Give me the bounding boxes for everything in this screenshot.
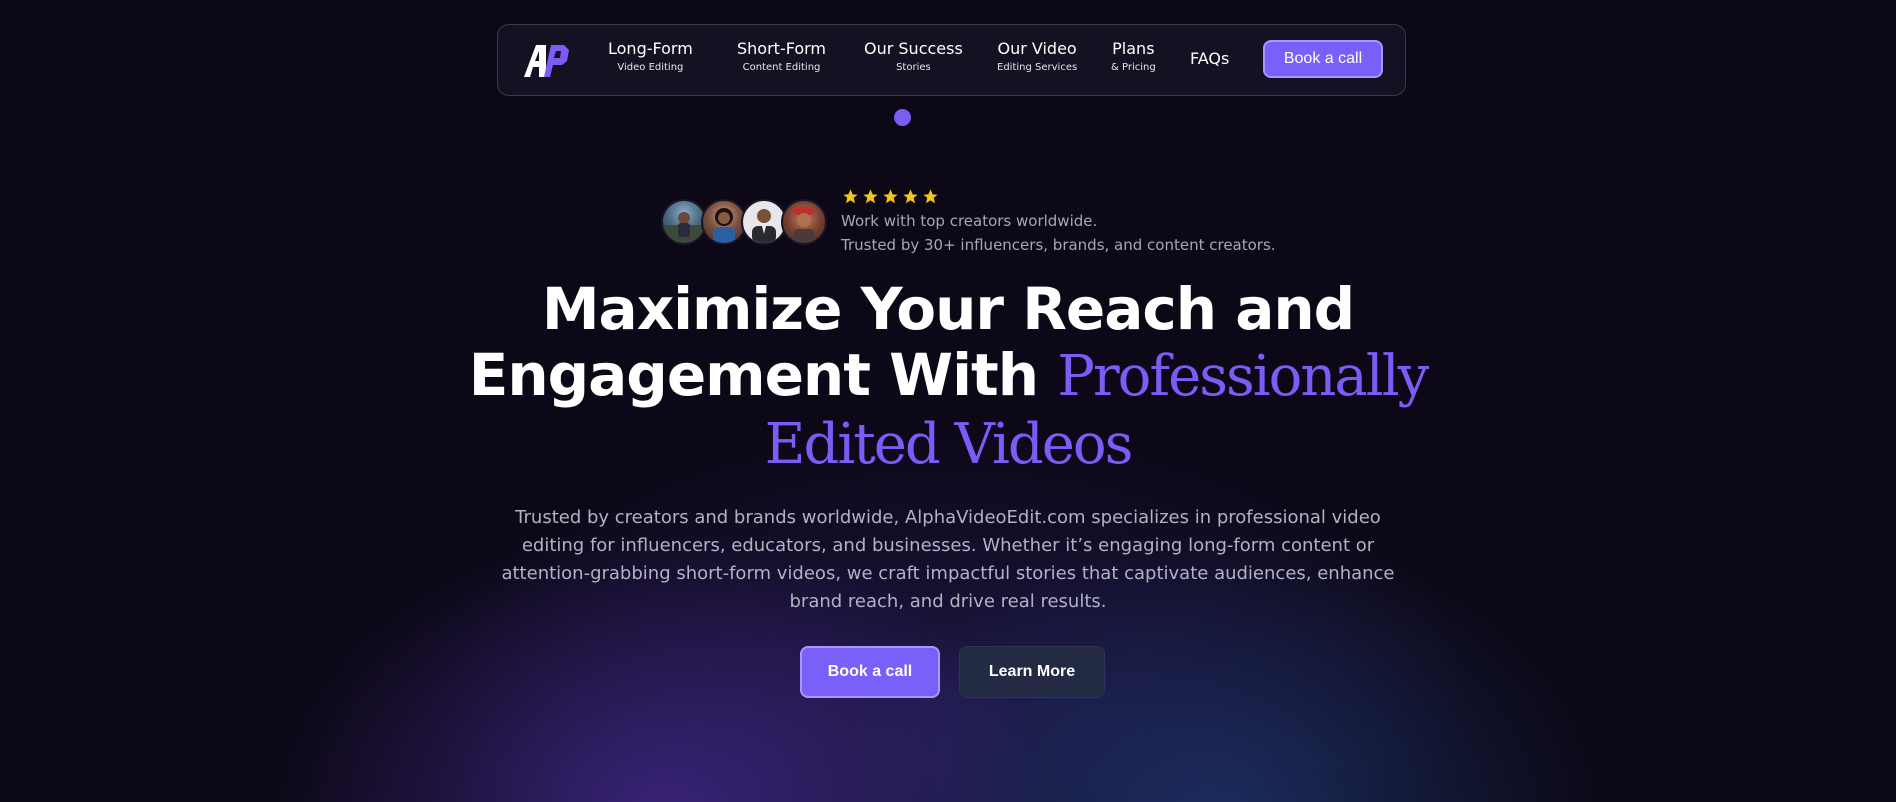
nav-sublabel: Stories	[896, 62, 931, 73]
star-icon	[883, 189, 898, 204]
nav-book-call-button[interactable]: Book a call	[1263, 40, 1383, 78]
hero-title-line-1: Maximize Your Reach and	[541, 275, 1355, 343]
nav-item-editing-services[interactable]: Our Video Editing Services	[997, 39, 1077, 75]
hero-description: Trusted by creators and brands worldwide…	[501, 507, 1395, 612]
social-proof-line-2: Trusted by 30+ influencers, brands, and …	[841, 236, 1276, 254]
top-navbar: Long-Form Video Editing Short-Form Conte…	[497, 24, 1406, 96]
star-icon	[903, 189, 918, 204]
hero-title-line-2: Engagement With	[468, 341, 1058, 409]
star-icon	[863, 189, 878, 204]
nav-item-faqs[interactable]: FAQs	[1190, 49, 1229, 68]
book-call-button[interactable]: Book a call	[800, 646, 940, 698]
nav-label: Our Success	[864, 39, 963, 58]
creator-avatars	[661, 199, 831, 245]
star-icon	[923, 189, 938, 204]
nav-item-success-stories[interactable]: Our Success Stories	[864, 39, 963, 75]
scroll-indicator-dot	[894, 109, 911, 126]
nav-sublabel: Content Editing	[742, 62, 821, 73]
nav-label: Short-Form	[737, 39, 827, 58]
nav-label: Long-Form	[608, 39, 693, 58]
hero-title-accent-1: Professionally	[1057, 344, 1429, 409]
rating-stars	[842, 188, 939, 205]
nav-item-long-form[interactable]: Long-Form Video Editing	[608, 39, 693, 75]
creator-photo-icon	[752, 209, 776, 243]
nav-sublabel: & Pricing	[1111, 62, 1156, 73]
nav-sublabel: Video Editing	[617, 62, 684, 73]
nav-label: Our Video	[997, 39, 1077, 58]
creator-photo-icon	[713, 208, 735, 243]
social-proof-line-1: Work with top creators worldwide.	[841, 212, 1098, 230]
star-icon	[843, 189, 858, 204]
creator-photo-icon	[793, 207, 815, 243]
hero-title: Maximize Your Reach and Engagement With …	[448, 276, 1448, 478]
nav-item-plans-pricing[interactable]: Plans & Pricing	[1111, 39, 1156, 75]
learn-more-button[interactable]: Learn More	[959, 646, 1105, 698]
creator-photo-icon	[663, 212, 705, 243]
nav-item-short-form[interactable]: Short-Form Content Editing	[737, 39, 826, 75]
hero-title-accent-2: Edited Videos	[764, 412, 1134, 477]
logo-icon[interactable]	[522, 43, 570, 79]
nav-label: Plans	[1112, 39, 1155, 58]
avatar	[781, 199, 827, 245]
nav-sublabel: Editing Services	[997, 62, 1078, 73]
